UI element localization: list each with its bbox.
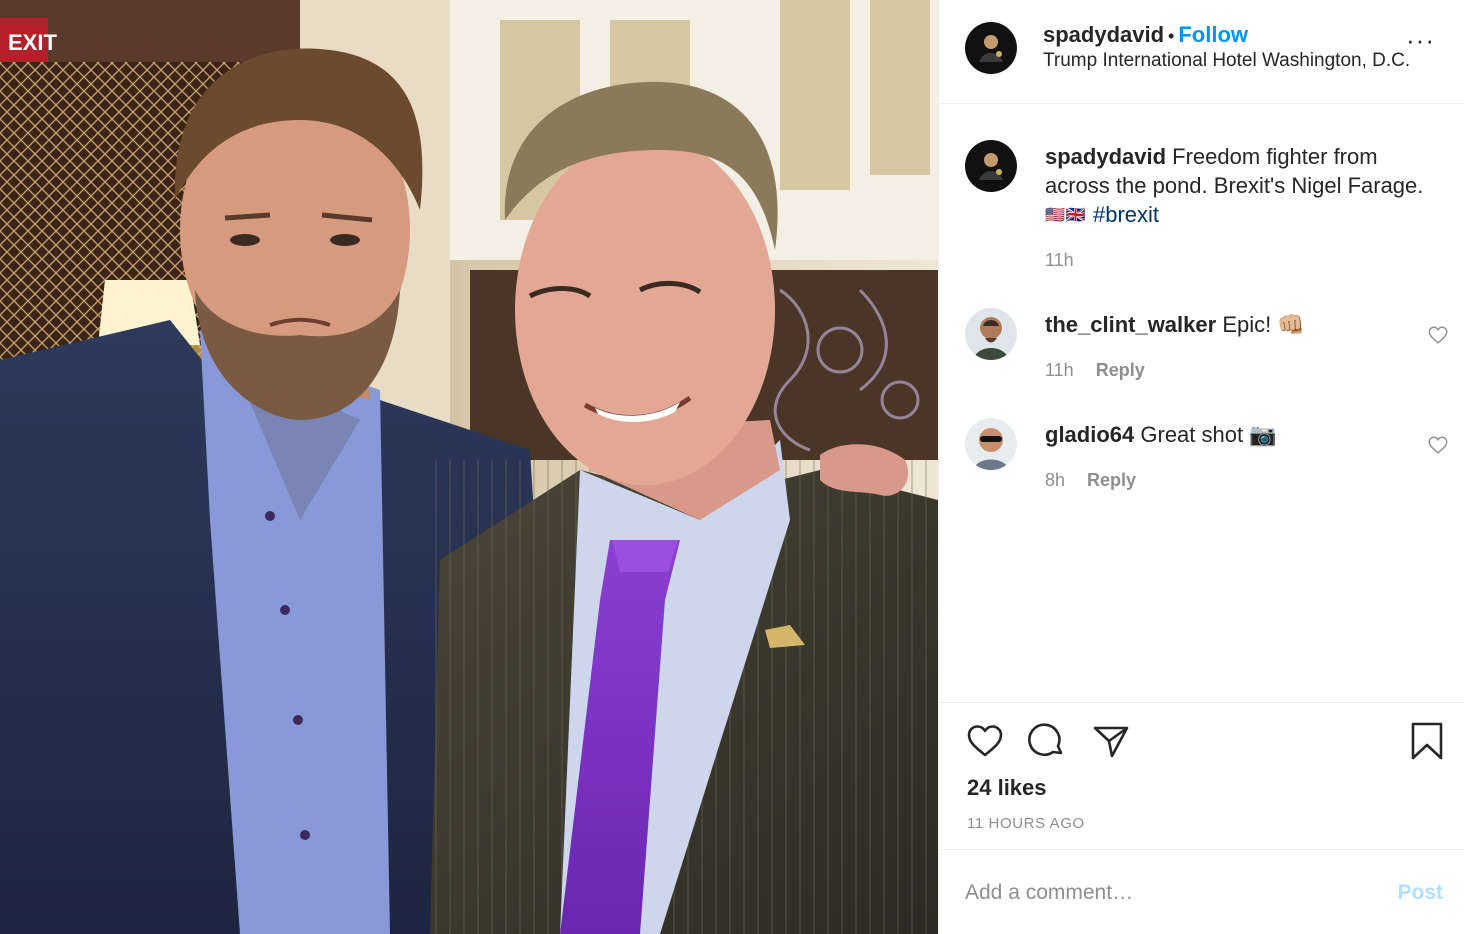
comment-meta: 8h Reply xyxy=(1045,470,1136,491)
comment-username[interactable]: the_clint_walker xyxy=(1045,312,1216,337)
commenter-avatar[interactable] xyxy=(965,308,1017,360)
avatar-image-icon xyxy=(965,140,1017,192)
comment-text: the_clint_walker Epic! 👊🏼 xyxy=(1045,310,1445,339)
caption-meta: 11h xyxy=(1045,250,1074,271)
comment-body: Epic! 👊🏼 xyxy=(1222,312,1305,337)
caption-text: spadydavid Freedom fighter from across t… xyxy=(1045,142,1445,230)
caption-author-avatar[interactable] xyxy=(965,140,1017,192)
author-username[interactable]: spadydavid xyxy=(1043,22,1164,47)
like-heart-icon[interactable] xyxy=(965,721,1005,761)
follow-button[interactable]: Follow xyxy=(1178,22,1248,47)
avatar-image-icon xyxy=(965,308,1017,360)
post-actions: 24 likes 11 HOURS AGO xyxy=(939,702,1464,850)
header-title: spadydavid • Follow xyxy=(1043,22,1248,48)
reply-button[interactable]: Reply xyxy=(1087,470,1136,490)
author-avatar[interactable] xyxy=(965,22,1017,74)
comments-list[interactable]: spadydavid Freedom fighter from across t… xyxy=(939,104,1464,702)
comment-time[interactable]: 8h xyxy=(1045,470,1065,490)
comment-time[interactable]: 11h xyxy=(1045,360,1074,380)
like-comment-heart-icon[interactable] xyxy=(1427,434,1449,456)
commenter-avatar[interactable] xyxy=(965,418,1017,470)
more-options-icon[interactable]: ··· xyxy=(1406,27,1435,53)
comment-body: Great shot 📷 xyxy=(1140,422,1277,447)
post-comment-button[interactable]: Post xyxy=(1397,881,1443,905)
caption-flags: 🇺🇸🇬🇧 xyxy=(1045,207,1087,224)
save-bookmark-icon[interactable] xyxy=(1407,721,1447,761)
post-photo[interactable]: EXIT xyxy=(0,0,938,934)
caption-time[interactable]: 11h xyxy=(1045,250,1074,270)
avatar-image-icon xyxy=(965,418,1017,470)
like-comment-heart-icon[interactable] xyxy=(1427,324,1449,346)
comment-input[interactable] xyxy=(965,876,1365,910)
share-send-icon[interactable] xyxy=(1091,721,1131,761)
comment-username[interactable]: gladio64 xyxy=(1045,422,1134,447)
add-comment-bar: Post xyxy=(939,850,1464,934)
avatar-image-icon xyxy=(965,22,1017,74)
photo-illustration: EXIT xyxy=(0,0,938,934)
caption-hashtag[interactable]: #brexit xyxy=(1093,202,1159,227)
caption-username[interactable]: spadydavid xyxy=(1045,144,1166,169)
post-header: spadydavid • Follow Trump International Ho… xyxy=(939,0,1464,104)
post-timestamp[interactable]: 11 HOURS AGO xyxy=(967,815,1085,832)
post-location[interactable]: Trump International Hotel Washington, D.… xyxy=(1043,50,1410,72)
comment-meta: 11h Reply xyxy=(1045,360,1145,381)
exit-sign: EXIT xyxy=(8,30,57,55)
comment-text: gladio64 Great shot 📷 xyxy=(1045,420,1445,449)
post-sidebar: spadydavid • Follow Trump International Ho… xyxy=(938,0,1464,934)
comment-bubble-icon[interactable] xyxy=(1027,721,1067,761)
likes-count[interactable]: 24 likes xyxy=(967,775,1047,801)
separator-dot: • xyxy=(1168,26,1175,46)
reply-button[interactable]: Reply xyxy=(1096,360,1145,380)
